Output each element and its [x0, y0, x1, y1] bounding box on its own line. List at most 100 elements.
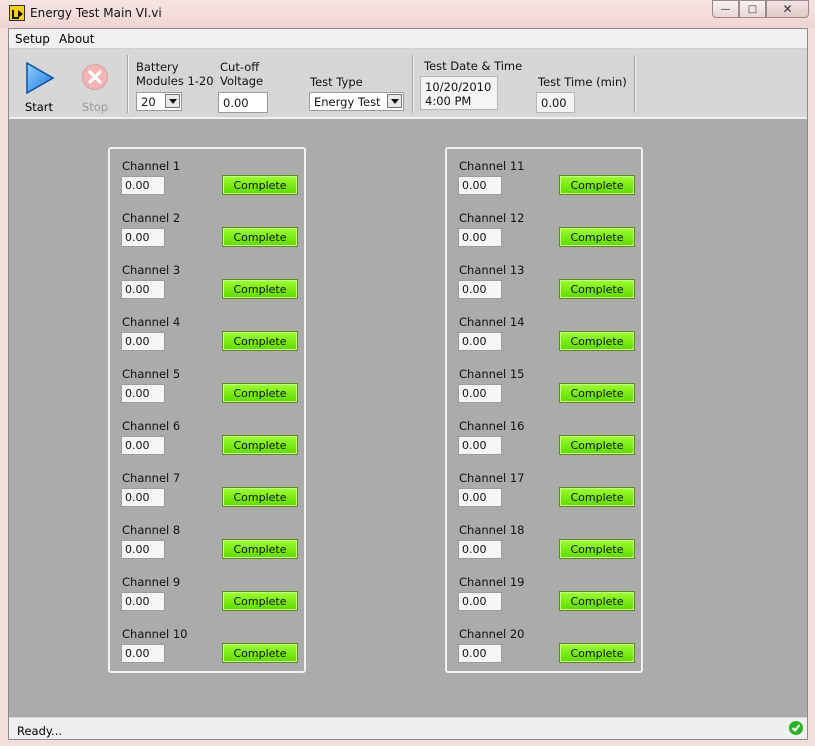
toolbar-divider — [634, 55, 636, 113]
maximize-button[interactable]: □ — [739, 0, 766, 18]
channel-status-indicator: Complete — [559, 487, 635, 507]
close-icon: ✕ — [782, 2, 793, 16]
channel-value: 0.00 — [121, 644, 165, 663]
status-text: Ready... — [17, 724, 63, 738]
channel-value: 0.00 — [121, 436, 165, 455]
channel-label: Channel 13 — [459, 263, 525, 277]
channel-panel-left: Channel 1 0.00 Complete Channel 2 0.00 Comple… — [108, 147, 306, 673]
test-type-value: Energy Test — [314, 95, 381, 109]
channel-row: Channel 10 0.00 Complete — [121, 627, 302, 679]
channel-row: Channel 18 0.00 Complete — [458, 523, 639, 575]
channel-label: Channel 12 — [459, 211, 525, 225]
channel-row: Channel 2 0.00 Complete — [121, 211, 302, 263]
channel-value: 0.00 — [121, 228, 165, 247]
channel-value: 0.00 — [458, 540, 502, 559]
battery-label-line2: Modules 1-20 — [136, 74, 214, 88]
channel-label: Channel 2 — [122, 211, 181, 225]
vi-front-panel: Setup About Start Stop Battery Modules 1… — [8, 28, 808, 740]
channel-status-indicator: Complete — [559, 175, 635, 195]
channel-label: Channel 1 — [122, 159, 181, 173]
channel-row: Channel 19 0.00 Complete — [458, 575, 639, 627]
minimize-button[interactable]: — — [712, 0, 739, 18]
title-bar: Energy Test Main VI.vi — □ ✕ — [0, 0, 815, 28]
channel-label: Channel 11 — [459, 159, 525, 173]
battery-label-line1: Battery — [136, 60, 179, 74]
channel-label: Channel 9 — [122, 575, 181, 589]
channel-value: 0.00 — [458, 644, 502, 663]
channel-status-indicator: Complete — [559, 435, 635, 455]
channel-status-indicator: Complete — [222, 175, 298, 195]
channel-status-indicator: Complete — [559, 591, 635, 611]
channel-row: Channel 11 0.00 Complete — [458, 159, 639, 211]
play-icon — [26, 61, 55, 95]
test-type-select[interactable]: Energy Test — [309, 92, 404, 111]
test-date-label: Test Date & Time — [424, 59, 523, 73]
channel-label: Channel 6 — [122, 419, 181, 433]
menu-about[interactable]: About — [59, 32, 94, 46]
channel-value: 0.00 — [458, 436, 502, 455]
channel-status-indicator: Complete — [559, 383, 635, 403]
test-date-value: 10/20/2010 — [425, 80, 492, 94]
status-bar: Ready... — [9, 717, 807, 739]
channel-value: 0.00 — [121, 488, 165, 507]
channel-label: Channel 7 — [122, 471, 181, 485]
channel-value: 0.00 — [121, 332, 165, 351]
channel-value: 0.00 — [458, 384, 502, 403]
control-toolbar: Start Stop Battery Modules 1-20 20 Cut-o… — [9, 49, 807, 119]
channel-row: Channel 14 0.00 Complete — [458, 315, 639, 367]
check-icon — [789, 721, 803, 735]
channel-label: Channel 4 — [122, 315, 181, 329]
channel-row: Channel 17 0.00 Complete — [458, 471, 639, 523]
start-label: Start — [24, 100, 54, 114]
channel-label: Channel 10 — [122, 627, 188, 641]
channel-row: Channel 12 0.00 Complete — [458, 211, 639, 263]
battery-modules-select[interactable]: 20 — [136, 92, 182, 111]
channel-value: 0.00 — [458, 332, 502, 351]
cutoff-voltage-input[interactable]: 0.00 — [218, 92, 268, 113]
channel-status-indicator: Complete — [559, 279, 635, 299]
channel-row: Channel 16 0.00 Complete — [458, 419, 639, 471]
channel-row: Channel 6 0.00 Complete — [121, 419, 302, 471]
channel-row: Channel 5 0.00 Complete — [121, 367, 302, 419]
channel-label: Channel 17 — [459, 471, 525, 485]
maximize-icon: □ — [747, 3, 758, 15]
channel-row: Channel 8 0.00 Complete — [121, 523, 302, 575]
stop-button[interactable]: Stop — [71, 55, 119, 114]
channel-row: Channel 3 0.00 Complete — [121, 263, 302, 315]
channel-status-indicator: Complete — [559, 539, 635, 559]
channel-status-indicator: Complete — [222, 227, 298, 247]
toolbar-divider — [127, 55, 129, 113]
close-button[interactable]: ✕ — [766, 0, 809, 18]
channel-panel-right: Channel 11 0.00 Complete Channel 12 0.00 Comp… — [445, 147, 643, 673]
test-time-label: Test Time (min) — [538, 75, 627, 89]
cutoff-label-line2: Voltage — [220, 74, 264, 88]
chevron-down-icon[interactable] — [165, 94, 180, 108]
test-date-display: 10/20/2010 4:00 PM — [420, 76, 498, 110]
channel-value: 0.00 — [458, 280, 502, 299]
menu-setup[interactable]: Setup — [15, 32, 50, 46]
channel-row: Channel 4 0.00 Complete — [121, 315, 302, 367]
channel-value: 0.00 — [458, 176, 502, 195]
start-button[interactable]: Start — [15, 55, 63, 114]
channel-label: Channel 14 — [459, 315, 525, 329]
channel-label: Channel 3 — [122, 263, 181, 277]
test-time-value: 4:00 PM — [425, 94, 472, 108]
channel-row: Channel 20 0.00 Complete — [458, 627, 639, 679]
channel-value: 0.00 — [121, 540, 165, 559]
channel-label: Channel 8 — [122, 523, 181, 537]
labview-app-icon — [9, 5, 25, 21]
window-title: Energy Test Main VI.vi — [30, 6, 162, 20]
channel-value: 0.00 — [458, 488, 502, 507]
stop-label: Stop — [81, 100, 109, 114]
channel-value: 0.00 — [121, 280, 165, 299]
channel-row: Channel 7 0.00 Complete — [121, 471, 302, 523]
channel-status-indicator: Complete — [222, 331, 298, 351]
toolbar-divider — [412, 55, 414, 113]
channel-status-indicator: Complete — [222, 539, 298, 559]
channel-status-indicator: Complete — [559, 227, 635, 247]
chevron-down-icon[interactable] — [387, 94, 402, 108]
channel-label: Channel 5 — [122, 367, 181, 381]
channel-label: Channel 15 — [459, 367, 525, 381]
channel-label: Channel 20 — [459, 627, 525, 641]
channel-status-indicator: Complete — [559, 331, 635, 351]
